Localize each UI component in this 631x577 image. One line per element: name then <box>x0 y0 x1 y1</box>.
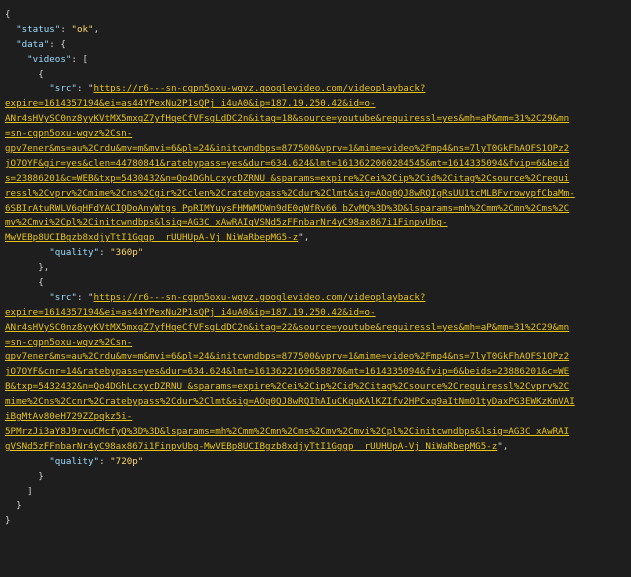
src-key: "src" <box>49 291 77 303</box>
video-1-src-line[interactable]: 5PMrzJi3aY8J9rvuCMcfyQ%3D%3D&lsparams=mh… <box>5 425 631 440</box>
video-0-src-line[interactable]: ANr4sHVySC0nz8yyKVtMX5mxgZ7yfHqeCfVFsgLd… <box>5 112 631 127</box>
video-0-src-line[interactable]: gpv7ener&ms=au%2Crdu&mv=m&mvi=6&pl=24&in… <box>5 142 631 157</box>
videos-key: "videos" <box>27 53 72 65</box>
video-1-src-last-line: gVSNd5zFFnbarNr4yC98ax867i1FinpvUbg-MwVE… <box>5 440 509 452</box>
video-0-src-line[interactable]: 6SBIrAtuRWLV6qHFdYACIQDoAnyWtgs_PpRIMYuy… <box>5 202 631 217</box>
video-1-src-first: "src": "https://r6---sn-cgpn5oxu-wqvz.go… <box>49 291 426 303</box>
video-0-src-link[interactable]: https://r6---sn-cgpn5oxu-wqvz.googlevide… <box>94 83 426 94</box>
video-1-quality-value: "720p" <box>110 455 144 467</box>
video-1-src-line[interactable]: gVSNd5zFFnbarNr4yC98ax867i1FinpvUbg-MwVE… <box>5 441 497 452</box>
video-0-src-last-line: MwVEBp8UCIBgzb8xdjyTtI1Gggp__rUUHUpA-Vj_… <box>5 232 310 244</box>
json-viewer: { "status": "ok", "data": { "videos": [ … <box>0 0 631 577</box>
data-line: "data": { <box>16 38 66 50</box>
videos-line: "videos": [ <box>27 53 89 65</box>
video-1-src-link[interactable]: https://r6---sn-cgpn5oxu-wqvz.googlevide… <box>94 292 426 303</box>
video-1-src-line[interactable]: mime%2Cns%2Ccnr%2Cratebypass%2Cdur%2Clmt… <box>5 395 631 410</box>
video-0-src-line[interactable]: =sn-cgpn5oxu-wqvz%2Csn- <box>5 127 631 142</box>
status-line: "status": "ok", <box>16 23 100 35</box>
video-0-quality-line: "quality": "360p" <box>49 247 144 259</box>
video-1-open: { <box>5 277 44 289</box>
src-key: "src" <box>49 83 77 95</box>
video-1-src-line[interactable]: iBgMtAv80eH729ZZpqkz5i- <box>5 410 631 425</box>
video-0-open: { <box>5 68 44 80</box>
data-close: } <box>5 500 22 512</box>
video-0-src-line[interactable]: s=23886201&c=WEB&txp=5430432&n=Qo4DGhLcx… <box>5 172 631 187</box>
quality-key: "quality" <box>49 455 100 467</box>
videos-close: ] <box>5 485 33 497</box>
video-1-src-line[interactable]: expire=1614357194&ei=as44YPexNu2P1sQPj_i… <box>5 306 631 321</box>
video-1-src-line[interactable]: B&txp=5432432&n=Qo4DGhLcxycDZRNU_&sparam… <box>5 380 631 395</box>
status-value: "ok" <box>71 23 94 35</box>
video-1-quality-line: "quality": "720p" <box>49 455 144 467</box>
data-key: "data" <box>16 38 50 50</box>
video-0-src-line[interactable]: jO7OYF&gir=yes&clen=44780841&ratebypass=… <box>5 157 631 172</box>
video-0-src-line[interactable]: mv%2Cmvi%2Cpl%2Cinitcwndbps&lsig=AG3C_xA… <box>5 216 631 231</box>
quality-key: "quality" <box>49 247 100 259</box>
video-1-src-line[interactable]: gpv7ener&ms=au%2Crdu&mv=m&mvi=6&pl=24&in… <box>5 350 631 365</box>
video-0-src-line[interactable]: MwVEBp8UCIBgzb8xdjyTtI1Gggp__rUUHUpA-Vj_… <box>5 232 298 243</box>
video-0-src-line[interactable]: expire=1614357194&ei=as44YPexNu2P1sQPj_i… <box>5 97 631 112</box>
video-0-src-line[interactable]: ressl%2Cvprv%2Cmime%2Cns%2Cgir%2Cclen%2C… <box>5 187 631 202</box>
video-0-close: }, <box>5 262 50 274</box>
video-1-src-line[interactable]: =sn-cgpn5oxu-wqvz%2Csn- <box>5 336 631 351</box>
json-open-brace: { <box>5 9 11 20</box>
video-1-src-line[interactable]: ANr4sHVySC0nz8yyKVtMX5mxgZ7yfHqeCfVFsgLd… <box>5 321 631 336</box>
video-1-close: } <box>5 470 44 482</box>
video-0-src-first: "src": "https://r6---sn-cgpn5oxu-wqvz.go… <box>49 83 426 95</box>
video-0-quality-value: "360p" <box>110 247 144 259</box>
status-key: "status" <box>16 23 61 35</box>
json-close-brace: } <box>5 515 11 527</box>
video-1-src-line[interactable]: jO7OYF&cnr=14&ratebypass=yes&dur=634.624… <box>5 365 631 380</box>
